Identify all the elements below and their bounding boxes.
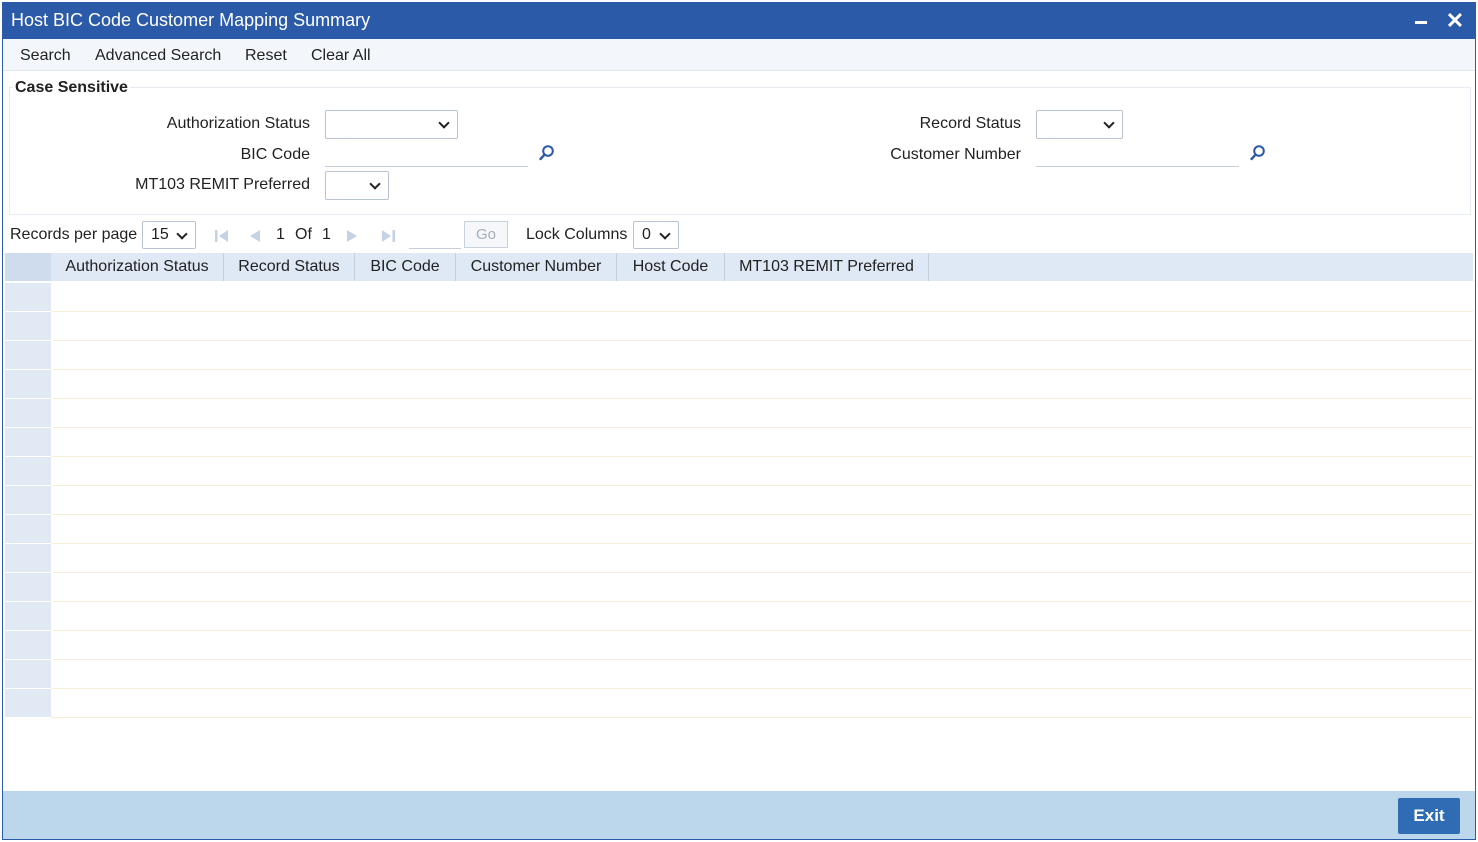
table-row[interactable] <box>51 602 1473 631</box>
table-row[interactable] <box>51 283 1473 312</box>
customer-number-input[interactable] <box>1036 139 1239 167</box>
table-row[interactable] <box>51 341 1473 370</box>
close-icon[interactable]: ✕ <box>1443 9 1467 33</box>
footer-bar: Exit <box>3 791 1475 839</box>
row-selector[interactable] <box>5 544 51 573</box>
table-row[interactable] <box>51 631 1473 660</box>
row-selector[interactable] <box>5 312 51 341</box>
column-header-mt103-remit-preferred[interactable]: MT103 REMIT Preferred <box>725 253 929 281</box>
table-row[interactable] <box>51 660 1473 689</box>
row-selector[interactable] <box>5 457 51 486</box>
table-row[interactable] <box>51 689 1473 718</box>
go-button[interactable]: Go <box>464 221 508 248</box>
exit-button[interactable]: Exit <box>1398 798 1460 834</box>
search-menu-item[interactable]: Search <box>20 47 71 65</box>
customer-number-label: Customer Number <box>890 146 1021 163</box>
search-icon[interactable] <box>1249 144 1267 162</box>
window-title: Host BIC Code Customer Mapping Summary <box>11 10 371 30</box>
bic-code-input[interactable] <box>325 139 528 167</box>
row-selector[interactable] <box>5 660 51 689</box>
table-row[interactable] <box>51 457 1473 486</box>
row-selector[interactable] <box>5 283 51 312</box>
mt103-remit-preferred-label: MT103 REMIT Preferred <box>135 176 310 193</box>
select-all-cell[interactable] <box>5 253 51 281</box>
reset-menu-item[interactable]: Reset <box>245 47 287 65</box>
lock-columns-label: Lock Columns <box>526 226 628 243</box>
row-selector[interactable] <box>5 370 51 399</box>
authorization-status-label: Authorization Status <box>166 115 310 132</box>
table-row[interactable] <box>51 515 1473 544</box>
column-header-bic-code[interactable]: BIC Code <box>355 253 456 281</box>
chevron-down-icon <box>438 117 450 129</box>
row-selector[interactable] <box>5 689 51 718</box>
title-bar: Host BIC Code Customer Mapping Summary ✕ <box>3 3 1475 39</box>
current-page: 1 <box>276 226 285 243</box>
chevron-down-icon <box>176 228 188 240</box>
column-header-record-status[interactable]: Record Status <box>224 253 355 281</box>
search-icon[interactable] <box>538 144 556 162</box>
row-selector[interactable] <box>5 399 51 428</box>
row-selector[interactable] <box>5 341 51 370</box>
records-per-page-label: Records per page <box>10 226 138 243</box>
table-row[interactable] <box>51 573 1473 602</box>
record-status-select[interactable] <box>1036 110 1123 139</box>
bic-code-label: BIC Code <box>240 146 310 163</box>
table-row[interactable] <box>51 544 1473 573</box>
minimize-icon[interactable] <box>1409 9 1433 33</box>
row-selector[interactable] <box>5 631 51 660</box>
advanced-search-menu-item[interactable]: Advanced Search <box>95 47 221 65</box>
next-page-icon[interactable] <box>344 229 360 243</box>
table-row[interactable] <box>51 399 1473 428</box>
page-number-input[interactable] <box>409 225 461 249</box>
table-row[interactable] <box>51 486 1473 515</box>
table-row[interactable] <box>51 312 1473 341</box>
chevron-down-icon <box>1103 117 1115 129</box>
record-status-label: Record Status <box>919 115 1021 132</box>
authorization-status-select[interactable] <box>325 110 458 139</box>
results-grid: Authorization Status Record Status BIC C… <box>5 253 1473 718</box>
total-pages: 1 <box>322 226 331 243</box>
pagination-bar: Records per page 15 1 Of 1 Go Lock Colum… <box>3 217 1475 253</box>
column-header-host-code[interactable]: Host Code <box>617 253 725 281</box>
row-selector[interactable] <box>5 486 51 515</box>
chevron-down-icon <box>659 228 671 240</box>
of-label: Of <box>295 226 312 243</box>
row-selector[interactable] <box>5 515 51 544</box>
summary-window: Host BIC Code Customer Mapping Summary ✕… <box>2 2 1476 840</box>
row-selector[interactable] <box>5 602 51 631</box>
previous-page-icon[interactable] <box>247 229 263 243</box>
table-row[interactable] <box>51 428 1473 457</box>
row-selector[interactable] <box>5 428 51 457</box>
case-sensitive-legend: Case Sensitive <box>13 79 130 97</box>
chevron-down-icon <box>369 178 381 190</box>
records-per-page-select[interactable]: 15 <box>142 221 196 249</box>
lock-columns-select[interactable]: 0 <box>633 221 679 249</box>
first-page-icon[interactable] <box>214 229 230 243</box>
table-row[interactable] <box>51 370 1473 399</box>
last-page-icon[interactable] <box>380 229 396 243</box>
clear-all-menu-item[interactable]: Clear All <box>311 47 371 65</box>
menu-bar: Search Advanced Search Reset Clear All <box>3 39 1475 71</box>
row-selector[interactable] <box>5 573 51 602</box>
grid-header: Authorization Status Record Status BIC C… <box>5 253 1473 281</box>
mt103-remit-preferred-select[interactable] <box>325 171 389 200</box>
column-header-customer-number[interactable]: Customer Number <box>456 253 617 281</box>
column-header-authorization-status[interactable]: Authorization Status <box>51 253 224 281</box>
